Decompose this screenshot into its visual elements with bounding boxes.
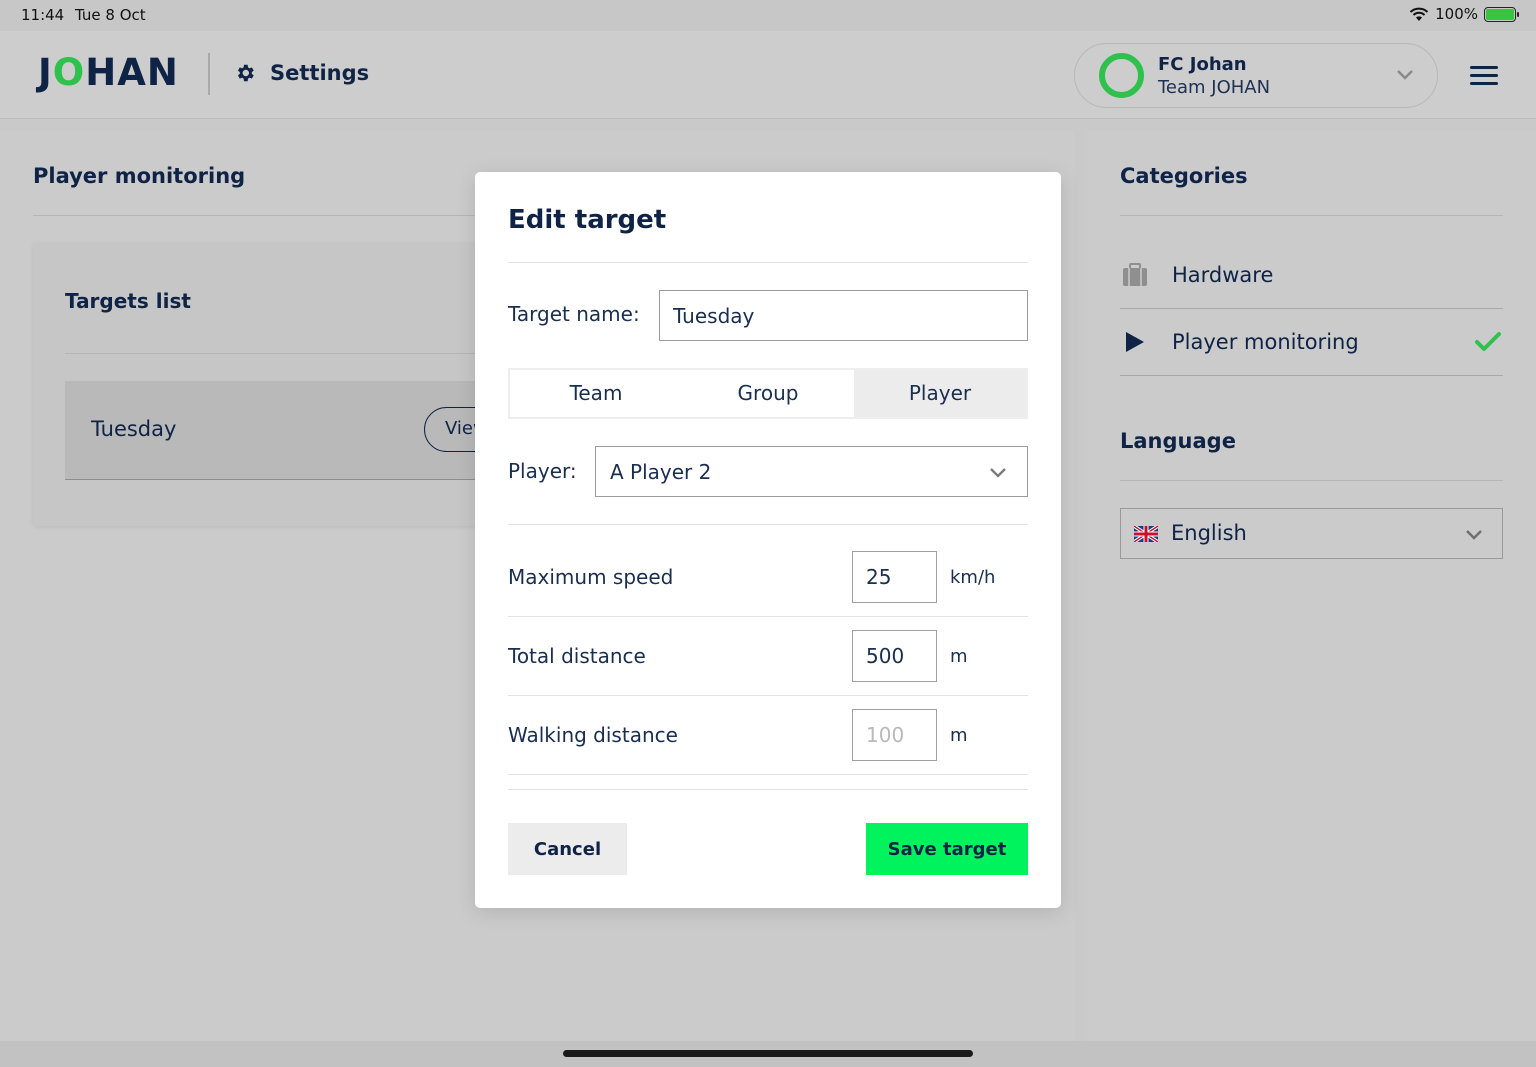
- divider: [1120, 215, 1503, 216]
- category-label: Hardware: [1172, 263, 1274, 287]
- johan-logo[interactable]: JOHAN: [38, 51, 179, 94]
- divider: [65, 353, 505, 354]
- divider: [508, 262, 1028, 263]
- metric-label: Total distance: [508, 644, 646, 668]
- category-item-player-monitoring[interactable]: Player monitoring: [1120, 310, 1503, 376]
- cancel-button[interactable]: Cancel: [508, 823, 627, 875]
- maximum-speed-input[interactable]: [852, 551, 937, 603]
- battery-percent: 100%: [1435, 5, 1478, 23]
- language-value: English: [1171, 521, 1247, 545]
- app-header: JOHAN Settings FC Johan Team JOHAN: [0, 31, 1536, 119]
- divider: [508, 695, 1028, 696]
- divider: [33, 215, 493, 216]
- section-title: Player monitoring: [33, 164, 246, 188]
- target-name-input[interactable]: [659, 290, 1028, 341]
- tab-team[interactable]: Team: [510, 370, 682, 417]
- gear-icon: [237, 64, 254, 82]
- menu-icon[interactable]: [1470, 66, 1498, 86]
- check-icon: [1475, 332, 1501, 351]
- category-label: Player monitoring: [1172, 330, 1359, 354]
- club-name: FC Johan: [1158, 54, 1247, 75]
- category-item-hardware[interactable]: Hardware: [1120, 243, 1503, 309]
- briefcase-icon: [1123, 263, 1147, 286]
- metric-unit: m: [950, 725, 968, 746]
- play-icon: [1126, 332, 1144, 352]
- wifi-icon: [1409, 7, 1429, 21]
- target-name: Tuesday: [91, 417, 177, 441]
- team-switcher[interactable]: FC Johan Team JOHAN: [1074, 43, 1438, 108]
- targets-card: Targets list Tuesday View: [33, 243, 524, 526]
- player-value: A Player 2: [610, 460, 712, 484]
- header-section: Settings: [234, 61, 369, 85]
- team-name: Team JOHAN: [1158, 77, 1271, 98]
- categories-panel: Categories Hardware Player monitoring La…: [1087, 131, 1536, 1041]
- tab-player[interactable]: Player: [854, 370, 1026, 417]
- metric-label: Walking distance: [508, 723, 678, 747]
- metric-unit: m: [950, 646, 968, 667]
- target-name-label: Target name:: [508, 302, 640, 326]
- chevron-down-icon: [1466, 530, 1482, 540]
- divider: [508, 524, 1028, 525]
- status-date: Tue 8 Oct: [75, 6, 146, 24]
- divider: [1120, 480, 1503, 481]
- tab-group[interactable]: Group: [682, 370, 854, 417]
- targets-list-title: Targets list: [65, 289, 191, 313]
- team-avatar: [1099, 53, 1144, 98]
- page-title: Settings: [270, 61, 370, 85]
- walking-distance-input[interactable]: [852, 709, 937, 761]
- home-indicator[interactable]: [563, 1050, 973, 1057]
- modal-title: Edit target: [508, 205, 667, 235]
- uk-flag-icon: [1134, 526, 1158, 542]
- status-bar: 11:44 Tue 8 Oct 100%: [0, 0, 1536, 31]
- chevron-down-icon: [990, 468, 1006, 478]
- chevron-down-icon: [1397, 70, 1413, 80]
- target-row: Tuesday View: [65, 381, 524, 480]
- metric-label: Maximum speed: [508, 565, 674, 589]
- target-type-tabs: Team Group Player: [508, 368, 1028, 419]
- edit-target-modal: Edit target Target name: Team Group Play…: [475, 172, 1061, 908]
- language-title: Language: [1120, 429, 1236, 453]
- status-right: 100%: [1409, 5, 1519, 23]
- total-distance-input[interactable]: [852, 630, 937, 682]
- save-target-button[interactable]: Save target: [866, 823, 1028, 875]
- player-label: Player:: [508, 459, 577, 483]
- divider: [508, 616, 1028, 617]
- battery-icon: [1484, 6, 1519, 22]
- status-time: 11:44: [21, 6, 65, 24]
- language-select[interactable]: English: [1120, 508, 1503, 559]
- player-select[interactable]: A Player 2: [595, 446, 1028, 497]
- header-divider: [208, 53, 210, 95]
- divider: [508, 774, 1028, 775]
- divider: [508, 789, 1028, 790]
- metric-unit: km/h: [950, 567, 996, 588]
- categories-title: Categories: [1120, 164, 1248, 188]
